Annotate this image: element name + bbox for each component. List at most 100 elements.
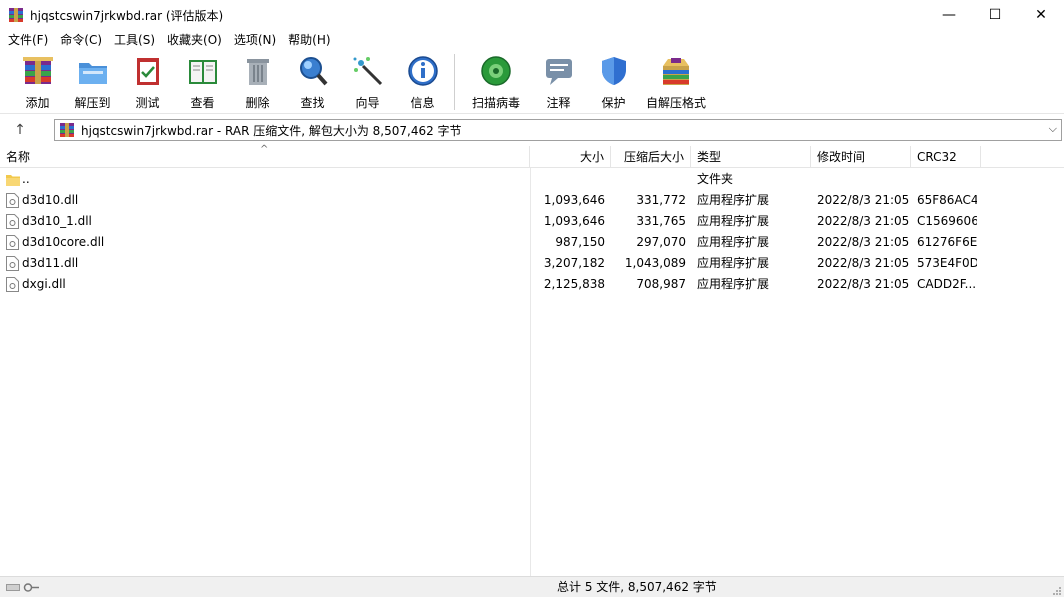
drive-key-icon[interactable]	[6, 582, 40, 593]
extract-to-button[interactable]: 解压到	[65, 50, 120, 112]
table-row[interactable]: .. 文件夹	[0, 169, 1064, 190]
dll-file-icon	[6, 256, 19, 271]
row-type: 文件夹	[697, 172, 734, 186]
column-type[interactable]: 类型	[691, 146, 811, 168]
archive-path-text: hjqstcswin7jrkwbd.rar - RAR 压缩文件, 解包大小为 …	[81, 123, 462, 138]
row-crc32	[917, 169, 977, 190]
column-packed[interactable]: 压缩后大小	[611, 146, 691, 168]
maximize-button[interactable]: ☐	[972, 0, 1018, 30]
dll-file-icon	[6, 193, 19, 208]
table-row[interactable]: dxgi.dll 2,125,838 708,987 应用程序扩展 2022/8…	[0, 274, 1064, 295]
row-packed: 708,987	[636, 277, 686, 291]
wizard-label: 向导	[355, 96, 380, 110]
row-type: 应用程序扩展	[697, 193, 770, 207]
delete-button[interactable]: 删除	[230, 50, 285, 112]
status-bar: 总计 5 文件, 8,507,462 字节	[0, 576, 1064, 597]
column-size[interactable]: 大小	[530, 146, 611, 168]
rar-archive-icon	[59, 122, 75, 138]
resize-grip-icon[interactable]	[1052, 585, 1062, 595]
row-packed: 297,070	[636, 235, 686, 249]
column-crc32[interactable]: CRC32	[911, 146, 981, 168]
sort-ascending-icon: ^	[260, 144, 269, 155]
column-header: 名称 ^ 大小 压缩后大小 类型 修改时间 CRC32	[0, 144, 1064, 168]
delete-label: 删除	[245, 96, 270, 110]
info-icon	[406, 54, 440, 88]
chevron-down-icon[interactable]: ⌵	[1049, 122, 1057, 136]
test-clipboard-icon	[131, 54, 165, 88]
comment-icon	[542, 54, 576, 88]
row-modified: 2022/8/3 21:05	[817, 277, 909, 291]
trash-icon	[241, 54, 275, 88]
column-modified[interactable]: 修改时间	[811, 146, 911, 168]
sfx-box-icon	[659, 54, 693, 88]
row-modified: 2022/8/3 21:05	[817, 235, 909, 249]
row-name: d3d11.dll	[22, 256, 79, 270]
virus-scan-button[interactable]: 扫描病毒	[461, 50, 531, 112]
table-row[interactable]: d3d11.dll 3,207,182 1,043,089 应用程序扩展 202…	[0, 253, 1064, 274]
menu-file[interactable]: 文件(F)	[2, 30, 54, 50]
sfx-label: 自解压格式	[645, 96, 706, 110]
add-label: 添加	[25, 96, 50, 110]
row-size: 3,207,182	[543, 256, 605, 270]
title-bar: hjqstcswin7jrkwbd.rar (评估版本) — ☐ ✕	[0, 0, 1064, 30]
virus-scan-icon	[479, 54, 513, 88]
wizard-wand-icon	[351, 54, 385, 88]
menu-options[interactable]: 选项(N)	[228, 30, 282, 50]
table-row[interactable]: d3d10core.dll 987,150 297,070 应用程序扩展 202…	[0, 232, 1064, 253]
shield-icon	[597, 54, 631, 88]
row-size: 1,093,646	[543, 214, 605, 228]
window-title: hjqstcswin7jrkwbd.rar (评估版本)	[30, 8, 224, 23]
menu-help[interactable]: 帮助(H)	[282, 30, 336, 50]
row-packed: 331,765	[636, 214, 686, 228]
row-modified: 2022/8/3 21:05	[817, 256, 909, 270]
extract-folder-icon	[76, 54, 110, 88]
row-name: d3d10core.dll	[22, 235, 105, 249]
find-button[interactable]: 查找	[285, 50, 340, 112]
table-row[interactable]: d3d10_1.dll 1,093,646 331,765 应用程序扩展 202…	[0, 211, 1064, 232]
table-row[interactable]: d3d10.dll 1,093,646 331,772 应用程序扩展 2022/…	[0, 190, 1064, 211]
menu-favorites[interactable]: 收藏夹(O)	[161, 30, 228, 50]
protect-button[interactable]: 保护	[586, 50, 641, 112]
view-book-icon	[186, 54, 220, 88]
row-packed: 331,772	[636, 193, 686, 207]
row-size: 987,150	[555, 235, 605, 249]
minimize-button[interactable]: —	[926, 0, 972, 30]
wizard-button[interactable]: 向导	[340, 50, 395, 112]
row-crc32: CADD2F...	[917, 277, 977, 291]
menu-tools[interactable]: 工具(S)	[108, 30, 161, 50]
view-label: 查看	[190, 96, 215, 110]
row-name: d3d10_1.dll	[22, 214, 92, 228]
dll-file-icon	[6, 214, 19, 229]
status-summary: 总计 5 文件, 8,507,462 字节	[557, 580, 717, 594]
row-modified: 2022/8/3 21:05	[817, 193, 909, 207]
row-crc32: 573E4F0D	[917, 256, 977, 270]
protect-label: 保护	[601, 96, 626, 110]
add-button[interactable]: 添加	[10, 50, 65, 112]
row-name: dxgi.dll	[22, 277, 66, 291]
path-bar: ↑ hjqstcswin7jrkwbd.rar - RAR 压缩文件, 解包大小…	[0, 116, 1064, 144]
magnifier-icon	[296, 54, 330, 88]
row-size: 1,093,646	[543, 193, 605, 207]
row-crc32: 65F86AC4	[917, 193, 977, 207]
row-crc32: C1569606	[917, 214, 977, 228]
path-dropdown[interactable]: hjqstcswin7jrkwbd.rar - RAR 压缩文件, 解包大小为 …	[54, 119, 1062, 141]
comment-button[interactable]: 注释	[531, 50, 586, 112]
row-type: 应用程序扩展	[697, 214, 770, 228]
menu-bar: 文件(F) 命令(C) 工具(S) 收藏夹(O) 选项(N) 帮助(H)	[0, 30, 1064, 50]
row-packed: 1,043,089	[624, 256, 686, 270]
dll-file-icon	[6, 235, 19, 250]
sfx-button[interactable]: 自解压格式	[641, 50, 711, 112]
close-button[interactable]: ✕	[1018, 0, 1064, 30]
view-button[interactable]: 查看	[175, 50, 230, 112]
row-modified	[817, 169, 909, 190]
row-type: 应用程序扩展	[697, 235, 770, 249]
row-name: d3d10.dll	[22, 193, 79, 207]
file-list: 名称 ^ 大小 压缩后大小 类型 修改时间 CRC32 .. 文件夹 d3d10…	[0, 144, 1064, 576]
winrar-app-icon[interactable]	[8, 7, 24, 23]
up-one-level-button[interactable]: ↑	[0, 116, 40, 144]
row-size	[530, 169, 605, 190]
row-type: 应用程序扩展	[697, 256, 770, 270]
menu-commands[interactable]: 命令(C)	[54, 30, 108, 50]
info-button[interactable]: 信息	[395, 50, 450, 112]
test-button[interactable]: 测试	[120, 50, 175, 112]
